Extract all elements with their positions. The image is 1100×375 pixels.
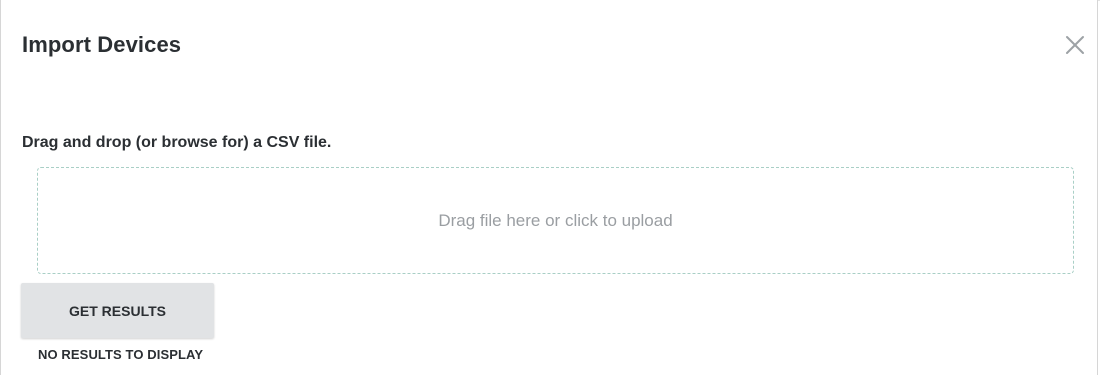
- close-icon: [1066, 36, 1084, 54]
- dialog-title: Import Devices: [22, 32, 182, 57]
- no-results-message: NO RESULTS TO DISPLAY: [38, 347, 204, 362]
- dropzone-label: Drag file here or click to upload: [438, 210, 673, 230]
- get-results-button[interactable]: GET RESULTS: [21, 283, 214, 338]
- import-devices-dialog: Import Devices Drag and drop (or browse …: [0, 0, 1098, 375]
- close-button[interactable]: [1063, 33, 1087, 57]
- upload-instruction: Drag and drop (or browse for) a CSV file…: [22, 134, 332, 151]
- file-dropzone[interactable]: Drag file here or click to upload: [37, 167, 1074, 274]
